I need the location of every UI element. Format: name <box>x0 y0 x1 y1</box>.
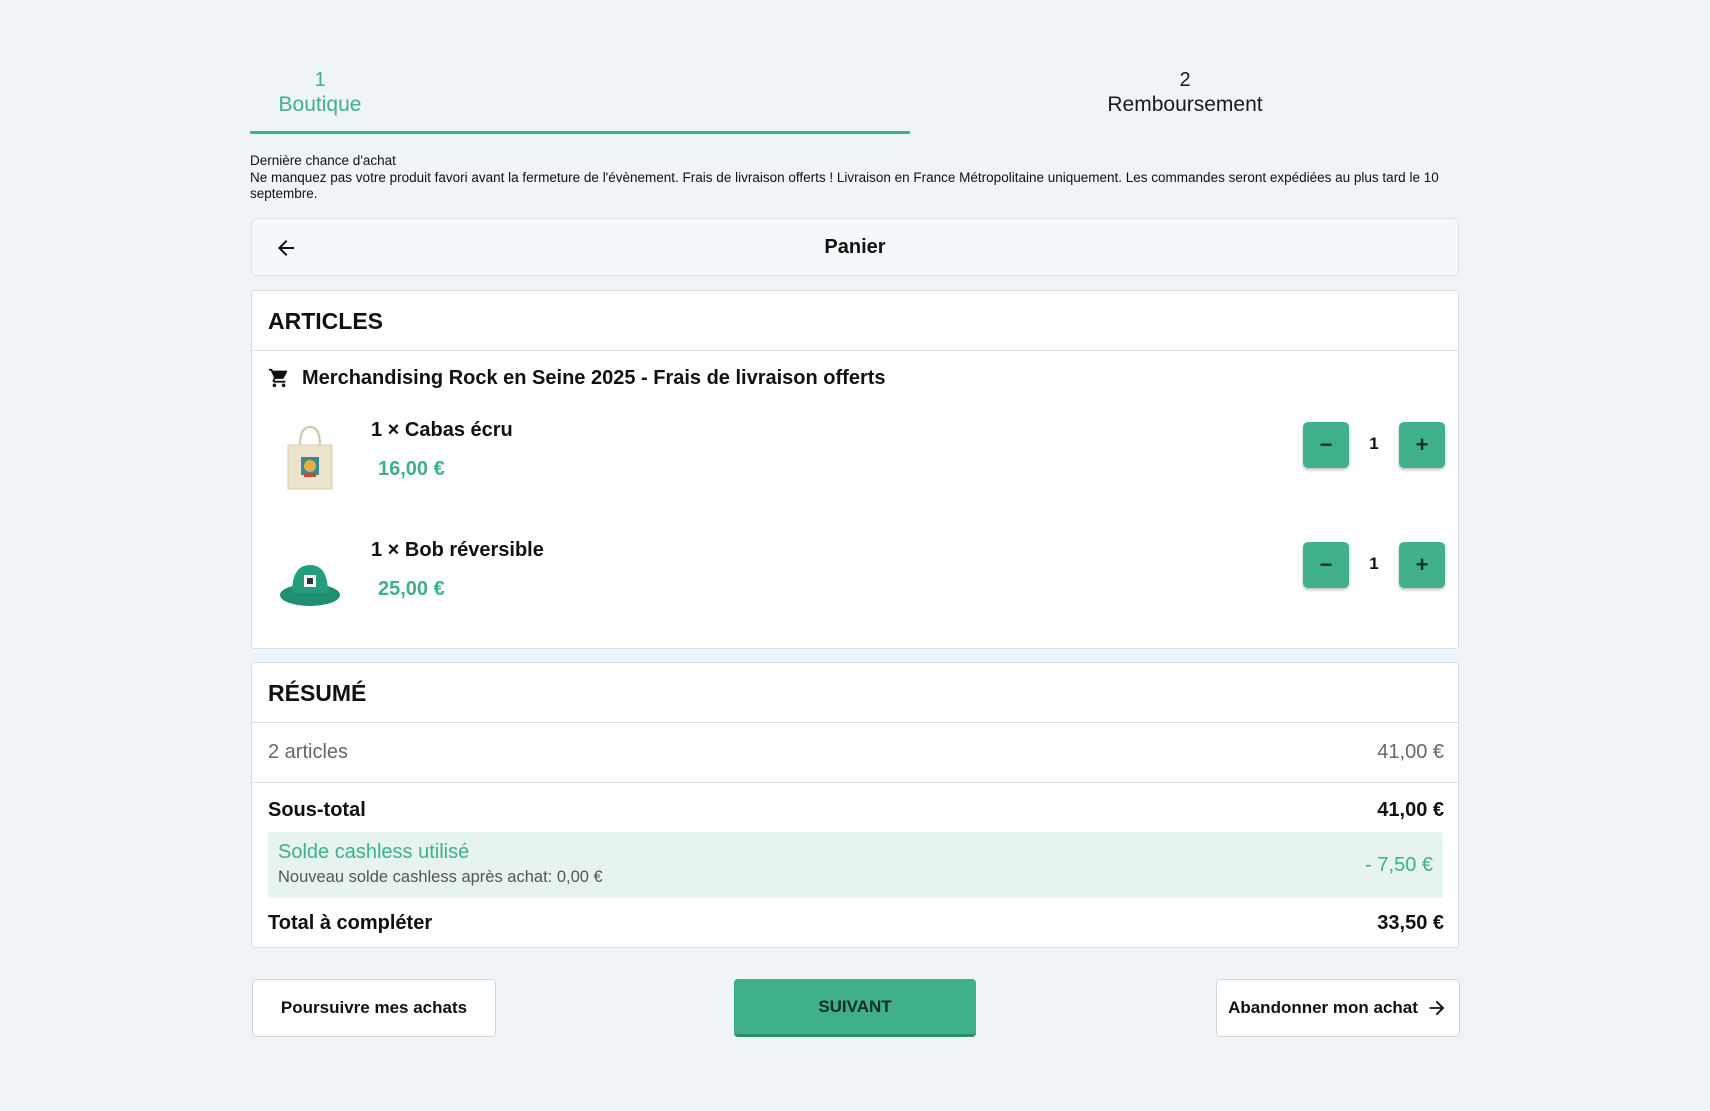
total-row: Total à compléter 33,50 € <box>252 899 1460 947</box>
subtotal-amount: 41,00 € <box>1377 798 1444 821</box>
cashless-amount: - 7,50 € <box>1365 854 1433 876</box>
list-item: 1 × Cabas écru 16,00 € − 1 + <box>252 411 1460 511</box>
articles-card: ARTICLES Merchandising Rock en Seine 202… <box>251 290 1459 649</box>
step-number: 1 <box>314 69 326 91</box>
articles-count-amount: 41,00 € <box>1377 741 1444 763</box>
item-name: 1 × Cabas écru <box>371 419 513 441</box>
quantity-stepper: − 1 + <box>1303 422 1445 468</box>
quantity-value: 1 <box>1369 554 1379 573</box>
info-title: Dernière chance d'achat <box>250 153 396 168</box>
articles-count-label: 2 articles <box>268 741 349 763</box>
summary-card: RÉSUMÉ 2 articles 41,00 € Sous-total 41,… <box>251 662 1460 948</box>
cart-header: Panier <box>251 218 1459 276</box>
total-label: Total à compléter <box>268 911 433 934</box>
total-amount: 33,50 € <box>1377 911 1444 934</box>
bucket-hat-image <box>280 565 340 606</box>
arrow-right-icon <box>1429 1000 1445 1016</box>
checkout-stepper: 1 Boutique 2 Remboursement <box>250 68 1460 134</box>
quantity-stepper: − 1 + <box>1303 542 1445 588</box>
cashless-balance-note: Nouveau solde cashless après achat: 0,00… <box>278 868 603 886</box>
continue-shopping-button[interactable]: Poursuivre mes achats <box>252 979 496 1037</box>
articles-title: ARTICLES <box>252 291 1458 351</box>
cart-title: Panier <box>824 236 886 258</box>
step-label: Remboursement <box>1107 93 1263 116</box>
subtotal-label: Sous-total <box>268 798 366 821</box>
decrease-button[interactable]: − <box>1303 422 1349 468</box>
abandon-purchase-button[interactable]: Abandonner mon achat <box>1216 979 1460 1037</box>
item-price: 25,00 € <box>378 578 445 600</box>
step-number: 2 <box>1179 69 1191 91</box>
summary-title: RÉSUMÉ <box>252 663 1458 723</box>
quantity-value: 1 <box>1369 434 1379 453</box>
step-boutique[interactable]: 1 Boutique <box>250 68 910 134</box>
info-banner: Dernière chance d'achat Ne manquez pas v… <box>250 153 1460 203</box>
group-label: Merchandising Rock en Seine 2025 - Frais… <box>302 366 886 389</box>
step-label: Boutique <box>278 93 362 116</box>
cashless-title: Solde cashless utilisé <box>278 841 470 863</box>
list-item: 1 × Bob réversible 25,00 € − 1 + <box>252 531 1460 631</box>
increase-button[interactable]: + <box>1399 422 1445 468</box>
item-price: 16,00 € <box>378 458 445 480</box>
cart-icon <box>268 368 288 388</box>
increase-button[interactable]: + <box>1399 542 1445 588</box>
tote-bag-image <box>287 425 333 490</box>
cashless-box: Solde cashless utilisé Nouveau solde cas… <box>268 832 1443 898</box>
abandon-label: Abandonner mon achat <box>1228 998 1418 1017</box>
subtotal-row: Sous-total 41,00 € <box>252 785 1460 835</box>
item-name: 1 × Bob réversible <box>371 539 544 561</box>
merch-group: Merchandising Rock en Seine 2025 - Frais… <box>268 365 886 391</box>
next-button[interactable]: SUIVANT <box>734 979 976 1037</box>
info-text: Ne manquez pas votre produit favori avan… <box>250 169 1439 202</box>
articles-count-row: 2 articles 41,00 € <box>252 723 1460 783</box>
step-remboursement[interactable]: 2 Remboursement <box>910 68 1460 134</box>
decrease-button[interactable]: − <box>1303 542 1349 588</box>
next-label: SUIVANT <box>818 996 892 1016</box>
continue-shopping-label: Poursuivre mes achats <box>280 998 468 1017</box>
